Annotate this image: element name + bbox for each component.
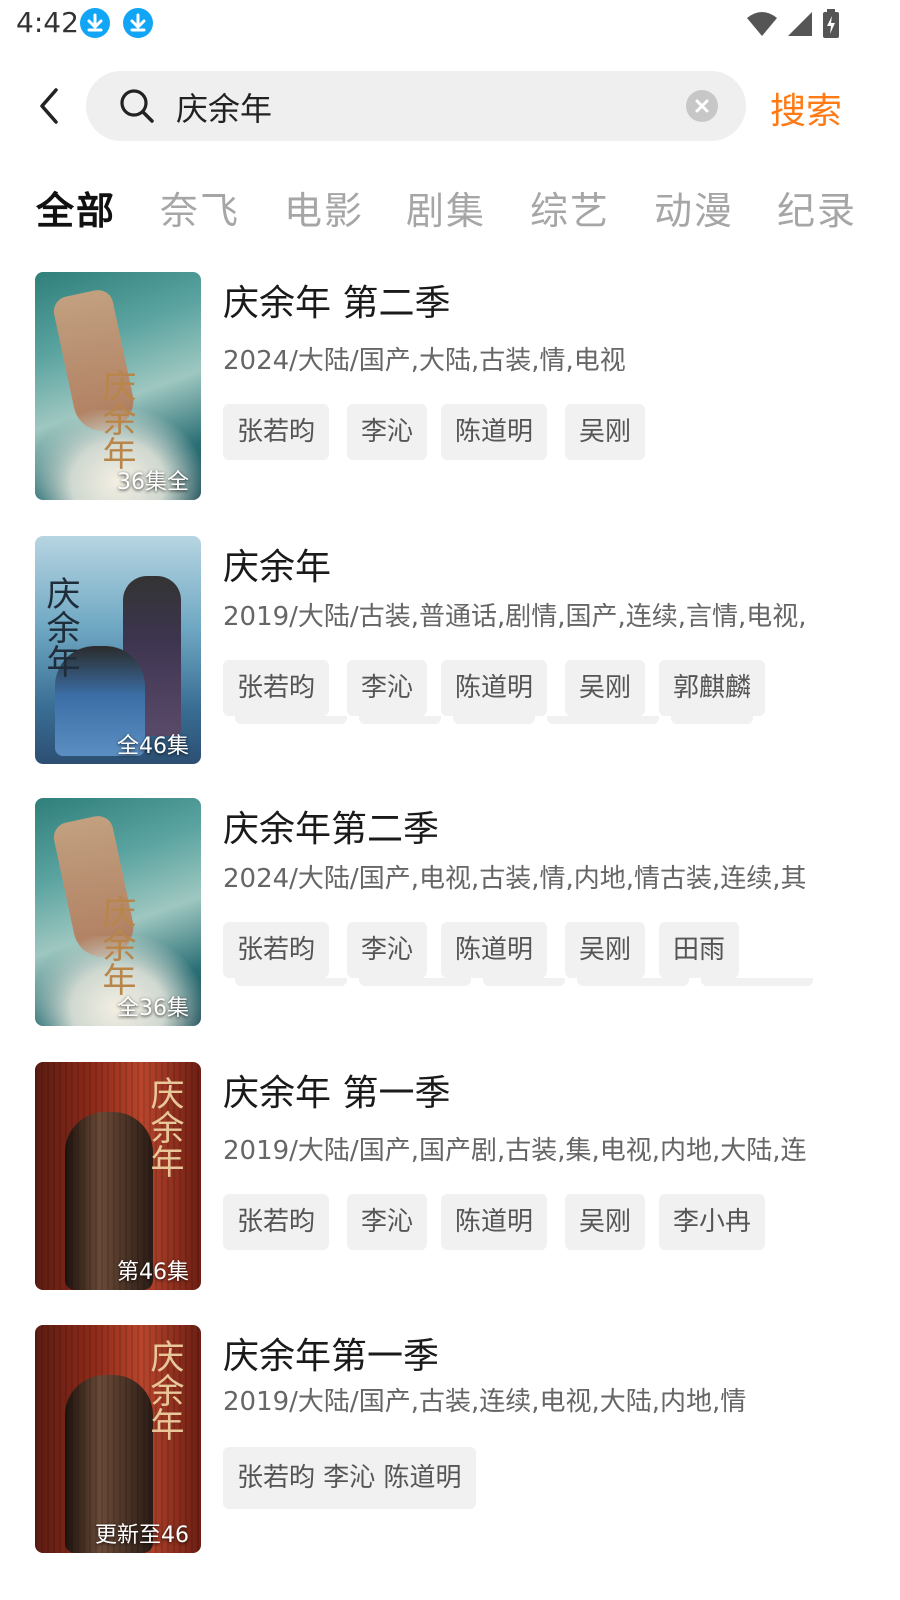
tab-documentary[interactable]: 纪录 xyxy=(777,180,857,235)
cast-tag[interactable]: 吴刚 xyxy=(565,660,646,716)
result-title[interactable]: 庆余年 第二季 xyxy=(223,274,450,326)
search-button[interactable]: 搜索 xyxy=(770,82,842,134)
cast-tag[interactable]: 陈道明 xyxy=(441,660,548,716)
search-box[interactable] xyxy=(86,71,746,141)
overflow-tag-edge xyxy=(235,978,347,986)
overflow-tag-edge xyxy=(701,978,813,986)
overflow-tag-edge xyxy=(483,978,565,986)
cast-tag[interactable]: 陈道明 xyxy=(441,1194,548,1250)
result-meta: 2019/大陆/国产,国产剧,古装,集,电视,内地,大陆,连 xyxy=(223,1136,807,1166)
cast-tag[interactable]: 张若昀 xyxy=(223,1194,330,1250)
search-icon xyxy=(120,89,154,123)
signal-icon xyxy=(788,12,812,36)
overflow-tag-edge xyxy=(453,716,535,724)
poster-title: 庆余年 xyxy=(96,894,136,996)
poster-image[interactable]: 庆余年 36集全 xyxy=(35,272,201,500)
poster-title: 庆余年 xyxy=(40,576,80,678)
result-item[interactable]: 庆余年 全36集 庆余年第二季 2024/大陆/国产,电视,古装,情,内地,情古… xyxy=(0,798,900,1028)
poster-image[interactable]: 庆余年 第46集 xyxy=(35,1062,201,1290)
cast-tag[interactable]: 陈道明 xyxy=(441,404,548,460)
battery-icon xyxy=(823,9,839,38)
result-item[interactable]: 庆余年 第46集 庆余年 第一季 2019/大陆/国产,国产剧,古装,集,电视,… xyxy=(0,1062,900,1292)
system-icons xyxy=(746,8,840,40)
result-item[interactable]: 庆余年 36集全 庆余年 第二季 2024/大陆/国产,大陆,古装,情,电视 张… xyxy=(0,272,900,502)
poster-image[interactable]: 庆余年 更新至46 xyxy=(35,1325,201,1553)
download-icon xyxy=(123,8,153,38)
result-meta: 2019/大陆/古装,普通话,剧情,国产,连续,言情,电视, xyxy=(223,602,807,632)
episode-badge: 36集全 xyxy=(117,470,189,495)
cast-tag[interactable]: 李沁 xyxy=(347,404,428,460)
back-button[interactable] xyxy=(32,86,68,126)
cast-tag[interactable]: 李沁 xyxy=(347,922,428,978)
episode-badge: 全46集 xyxy=(117,734,189,759)
cast-tags: 张若昀 李沁 陈道明 吴刚 郭麒麟 xyxy=(223,660,863,724)
result-meta: 2019/大陆/国产,古装,连续,电视,大陆,内地,情 xyxy=(223,1387,747,1417)
cast-tag[interactable]: 李沁 xyxy=(347,1194,428,1250)
overflow-tag-edge xyxy=(547,716,659,724)
status-time: 4:42 xyxy=(16,6,79,39)
result-title[interactable]: 庆余年 第一季 xyxy=(223,1064,450,1116)
overflow-tag-edge xyxy=(577,978,689,986)
result-meta: 2024/大陆/国产,电视,古装,情,内地,情古装,连续,其 xyxy=(223,864,807,894)
poster-image[interactable]: 庆余年 全46集 xyxy=(35,536,201,764)
cast-tags: 张若昀 李沁 陈道明 吴刚 李小冉 xyxy=(223,1194,863,1250)
cast-tag[interactable]: 田雨 xyxy=(659,922,740,978)
cast-tags: 张若昀 李沁 陈道明 吴刚 田雨 xyxy=(223,922,863,986)
cast-tag[interactable]: 张若昀 xyxy=(223,404,330,460)
wifi-icon xyxy=(747,12,777,36)
poster-image[interactable]: 庆余年 全36集 xyxy=(35,798,201,1026)
cast-tag[interactable]: 吴刚 xyxy=(565,1194,646,1250)
cast-tag[interactable]: 李沁 xyxy=(347,660,428,716)
cast-tags: 张若昀 李沁 陈道明 xyxy=(223,1447,863,1509)
result-item[interactable]: 庆余年 全46集 庆余年 2019/大陆/古装,普通话,剧情,国产,连续,言情,… xyxy=(0,536,900,766)
tab-movies[interactable]: 电影 xyxy=(284,180,364,235)
result-meta: 2024/大陆/国产,大陆,古装,情,电视 xyxy=(223,346,626,376)
cast-tag[interactable]: 吴刚 xyxy=(565,922,646,978)
cast-tag[interactable]: 张若昀 李沁 陈道明 xyxy=(223,1447,476,1509)
result-item[interactable]: 庆余年 更新至46 庆余年第一季 2019/大陆/国产,古装,连续,电视,大陆,… xyxy=(0,1325,900,1555)
episode-badge: 全36集 xyxy=(117,996,189,1021)
cast-tag[interactable]: 吴刚 xyxy=(565,404,646,460)
poster-title: 庆余年 xyxy=(96,368,136,470)
tab-all[interactable]: 全部 xyxy=(36,180,116,235)
cast-tag[interactable]: 张若昀 xyxy=(223,922,330,978)
overflow-tag-edge xyxy=(235,716,347,724)
result-title[interactable]: 庆余年 xyxy=(223,538,331,590)
clear-icon[interactable] xyxy=(686,90,718,122)
chevron-left-icon xyxy=(40,88,58,124)
cast-tag[interactable]: 陈道明 xyxy=(441,922,548,978)
overflow-tag-edge xyxy=(359,978,471,986)
download-icon xyxy=(80,8,110,38)
episode-badge: 第46集 xyxy=(117,1260,189,1285)
overflow-tag-edge xyxy=(359,716,441,724)
tab-anime[interactable]: 动漫 xyxy=(654,180,734,235)
cast-tag[interactable]: 郭麒麟 xyxy=(659,660,766,716)
search-input[interactable] xyxy=(176,85,656,129)
result-title[interactable]: 庆余年第一季 xyxy=(223,1327,439,1379)
episode-badge: 更新至46 xyxy=(95,1523,189,1548)
poster-title: 庆余年 xyxy=(144,1339,184,1441)
poster-title: 庆余年 xyxy=(144,1076,184,1178)
tab-netflix[interactable]: 奈飞 xyxy=(160,180,240,235)
tab-variety[interactable]: 综艺 xyxy=(530,180,610,235)
cast-tag[interactable]: 张若昀 xyxy=(223,660,330,716)
cast-tags: 张若昀 李沁 陈道明 吴刚 xyxy=(223,404,863,460)
overflow-tag-edge xyxy=(671,716,753,724)
status-bar: 4:42 xyxy=(0,0,900,48)
category-tabs: 全部 奈飞 电影 剧集 综艺 动漫 纪录 xyxy=(0,180,900,240)
tab-series[interactable]: 剧集 xyxy=(406,180,486,235)
cast-tag[interactable]: 李小冉 xyxy=(659,1194,766,1250)
result-title[interactable]: 庆余年第二季 xyxy=(223,800,439,852)
